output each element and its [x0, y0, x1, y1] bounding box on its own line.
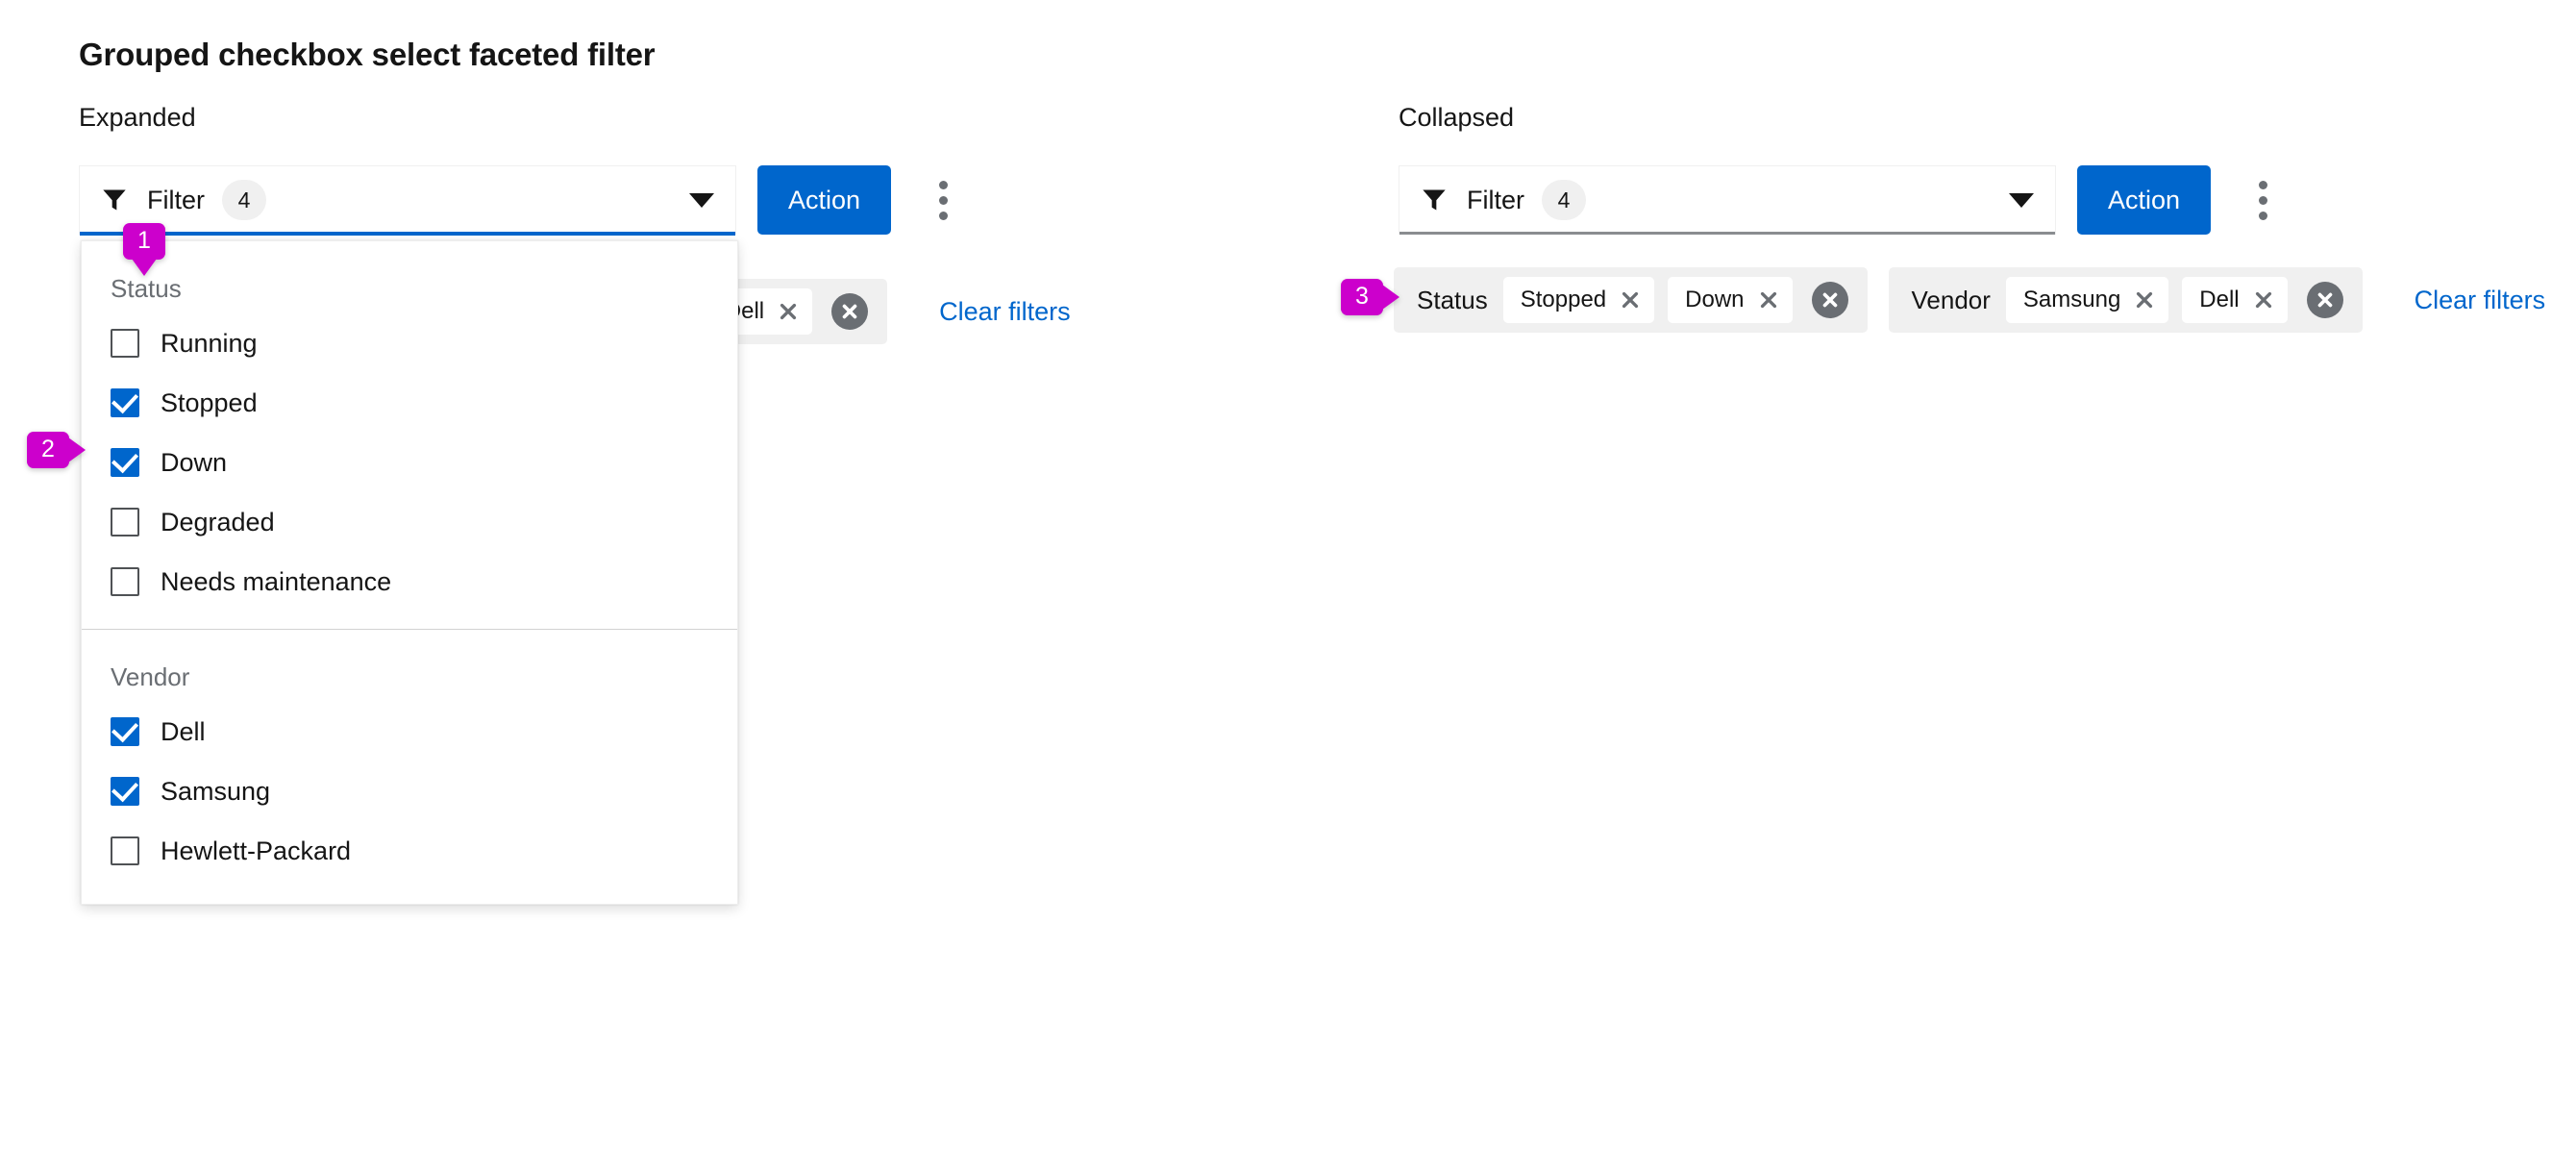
close-icon[interactable] — [2130, 286, 2159, 314]
menu-item-label: Dell — [161, 716, 206, 746]
annotation-marker-number: 2 — [41, 435, 55, 462]
clear-filters-link-expanded[interactable]: Clear filters — [939, 297, 1071, 327]
checkbox-down[interactable] — [111, 448, 139, 477]
close-icon[interactable] — [2249, 286, 2278, 314]
checkbox-hewlett-packard[interactable] — [111, 836, 139, 865]
menu-item-label: Degraded — [161, 507, 275, 537]
filter-toggle-label: Filter — [1467, 185, 1524, 214]
menu-item-label: Down — [161, 447, 228, 477]
checkbox-degraded[interactable] — [111, 508, 139, 537]
menu-item-stopped[interactable]: Stopped — [82, 373, 737, 433]
annotation-marker-1: 1 — [123, 223, 165, 260]
menu-item-label: Hewlett-Packard — [161, 836, 352, 865]
chip-group-status: Status Stopped Down — [1394, 267, 1868, 333]
chip: Samsung — [2005, 277, 2169, 323]
checkbox-stopped[interactable] — [111, 388, 139, 417]
screenshot-root: Grouped checkbox select faceted filter E… — [0, 0, 2576, 1173]
annotation-marker-number: 3 — [1355, 282, 1369, 310]
chips-row-collapsed: Status Stopped Down Vendor Samsung Dell … — [1394, 267, 2545, 333]
menu-item-label: Samsung — [161, 776, 271, 806]
chip: Down — [1668, 277, 1793, 323]
close-circle-icon[interactable] — [1811, 282, 1848, 318]
close-icon[interactable] — [1754, 286, 1783, 314]
menu-item-label: Needs maintenance — [161, 566, 392, 596]
checkbox-samsung[interactable] — [111, 777, 139, 806]
checkbox-needs-maintenance[interactable] — [111, 567, 139, 596]
menu-item-needs-maintenance[interactable]: Needs maintenance — [82, 552, 737, 611]
close-circle-icon[interactable] — [831, 293, 869, 330]
section-label-collapsed: Collapsed — [1399, 103, 1515, 132]
menu-item-hewlett-packard[interactable]: Hewlett-Packard — [82, 821, 737, 881]
filter-count-badge: 4 — [1542, 180, 1586, 220]
menu-group-title: Status — [111, 274, 182, 303]
chevron-down-icon — [689, 192, 714, 208]
close-circle-icon[interactable] — [2306, 282, 2343, 318]
menu-item-label: Running — [161, 328, 258, 358]
menu-item-samsung[interactable]: Samsung — [82, 761, 737, 821]
chip: Stopped — [1502, 277, 1655, 323]
section-label-expanded: Expanded — [79, 103, 196, 132]
chip-label: Dell — [2199, 287, 2240, 312]
chip-label: Stopped — [1520, 287, 1607, 312]
checkbox-running[interactable] — [111, 329, 139, 358]
funnel-icon — [103, 189, 126, 211]
annotation-marker-number: 1 — [137, 226, 151, 254]
menu-group-status: Status Running Stopped Down Degraded Nee… — [82, 241, 737, 629]
menu-item-label: Stopped — [161, 387, 258, 417]
clear-filters-link-collapsed[interactable]: Clear filters — [2415, 286, 2546, 315]
chip-group-vendor-collapsed: Vendor Samsung Dell — [1888, 267, 2363, 333]
menu-item-down[interactable]: Down — [82, 433, 737, 492]
menu-item-degraded[interactable]: Degraded — [82, 492, 737, 552]
menu-item-running[interactable]: Running — [82, 313, 737, 373]
filter-toggle-expanded[interactable]: Filter 4 — [79, 165, 736, 236]
kebab-vertical-icon[interactable] — [916, 165, 970, 235]
toolbar-collapsed: Filter 4 Action — [1399, 165, 2290, 235]
chip: Dell — [2182, 277, 2288, 323]
chip-label: Down — [1685, 287, 1745, 312]
close-icon[interactable] — [1616, 286, 1645, 314]
menu-group-title: Vendor — [111, 662, 190, 691]
filter-toggle-label: Filter — [147, 185, 205, 214]
annotation-marker-2: 2 — [27, 432, 69, 468]
chip-group-label: Vendor — [1911, 285, 1991, 314]
chip-label: Samsung — [2022, 287, 2121, 312]
action-button-expanded[interactable]: Action — [757, 165, 892, 235]
page-title: Grouped checkbox select faceted filter — [79, 37, 656, 72]
checkbox-dell[interactable] — [111, 717, 139, 746]
chip-group-label: Status — [1417, 285, 1488, 314]
kebab-vertical-icon[interactable] — [2236, 165, 2290, 235]
funnel-icon — [1423, 189, 1446, 211]
menu-group-vendor: Vendor Dell Samsung Hewlett-Packard — [82, 629, 737, 898]
action-button-collapsed[interactable]: Action — [2077, 165, 2212, 235]
chevron-down-icon — [2009, 192, 2034, 208]
annotation-marker-3: 3 — [1341, 279, 1383, 315]
menu-item-dell[interactable]: Dell — [82, 702, 737, 761]
filter-count-badge: 4 — [222, 180, 266, 220]
filter-toggle-collapsed[interactable]: Filter 4 — [1399, 165, 2056, 235]
filter-dropdown-menu: Status Running Stopped Down Degraded Nee… — [81, 240, 738, 905]
toolbar-expanded: Filter 4 Action — [79, 165, 970, 236]
close-icon[interactable] — [774, 297, 803, 326]
